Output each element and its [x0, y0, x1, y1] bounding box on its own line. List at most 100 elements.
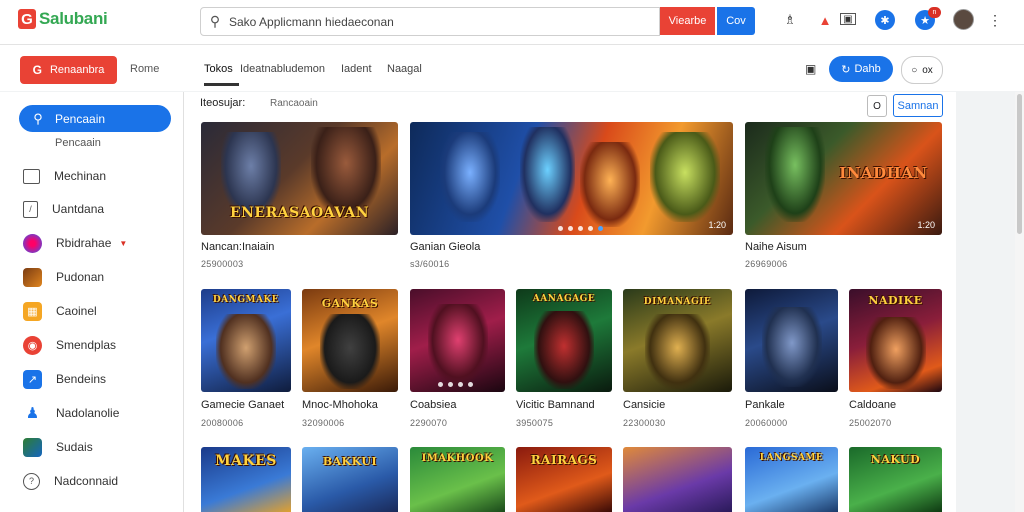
card-caption: NADIKE: [868, 294, 923, 307]
go-button[interactable]: Cov: [717, 7, 755, 35]
tab-naagal[interactable]: Naagal: [387, 63, 422, 75]
dahb-label: Dahb: [854, 63, 881, 75]
card-meta: 2290070: [410, 418, 448, 428]
game-card-image[interactable]: MAKES: [201, 447, 291, 512]
card-title[interactable]: Nancan:Inaiain: [201, 241, 274, 253]
gamepad-icon[interactable]: ▣: [840, 13, 856, 25]
sidebar-item-label: Nadconnaid: [54, 474, 119, 488]
breadcrumb-secondary[interactable]: Rancaoain: [270, 98, 318, 109]
featured-card-image[interactable]: INADHAN 1:20: [745, 122, 942, 235]
app-logo[interactable]: G Salubani: [18, 9, 108, 29]
grid-icon: ▦: [23, 301, 42, 321]
game-card-image[interactable]: NADIKE: [849, 289, 942, 392]
game-avatar-icon: [23, 437, 42, 457]
carousel-counter: 1:20: [917, 220, 935, 230]
card-caption: LANGSAME: [759, 453, 824, 463]
create-button[interactable]: G Renaanbra: [20, 56, 117, 84]
sidebar-item-bendeins[interactable]: ↗ Bendeins: [23, 368, 183, 390]
card-caption: INADHAN: [839, 164, 928, 182]
samnan-button[interactable]: Samnan: [893, 94, 943, 117]
card-meta: 20080006: [201, 418, 244, 428]
search-icon: ⚲: [209, 13, 221, 29]
sidebar-item-nadolanolie[interactable]: ♟ Nadolanolie: [23, 402, 183, 424]
sidebar-item-mechinan[interactable]: Mechinan: [23, 165, 183, 187]
game-card-image[interactable]: DIMANAGIE: [623, 289, 732, 392]
game-card-image[interactable]: LANGSAME: [745, 447, 838, 512]
toolbar: G Renaanbra Rome Tokos Ideatnabludemon I…: [0, 45, 1024, 91]
featured-card-image[interactable]: ENERASAOAVAN: [201, 122, 398, 235]
card-title[interactable]: Ganian Gieola: [410, 241, 480, 253]
figure-icon: ♟: [23, 403, 42, 423]
card-caption: MAKES: [215, 453, 277, 469]
create-icon: G: [32, 63, 42, 77]
game-card-image[interactable]: [745, 289, 838, 392]
game-card-image[interactable]: [623, 447, 732, 512]
card-meta: s3/60016: [410, 259, 450, 269]
sidebar-item-label: Rbidrahae: [56, 236, 112, 250]
featured-card-image[interactable]: 1:20: [410, 122, 733, 235]
filter-icon[interactable]: ▣: [805, 62, 816, 76]
options-icon: ○: [911, 64, 918, 76]
game-card-image[interactable]: BAKKUI: [302, 447, 398, 512]
sidebar-item-pudonan[interactable]: Pudonan: [23, 266, 183, 288]
card-title[interactable]: Caldoane: [849, 399, 896, 411]
sidebar-item-sudais[interactable]: Sudais: [23, 436, 183, 458]
game-card-image[interactable]: IMAKHOOK: [410, 447, 505, 512]
card-title[interactable]: Vicitic Bamnand: [516, 399, 595, 411]
game-card-image[interactable]: AANAGAGE: [516, 289, 612, 392]
square-icon: [23, 168, 40, 184]
sidebar-subitem[interactable]: Pencaain: [55, 137, 101, 149]
dahb-button[interactable]: ↻ Dahb: [829, 56, 893, 82]
options-button[interactable]: ○ ox: [901, 56, 943, 84]
sidebar-item-uantdana[interactable]: / Uantdana: [23, 198, 183, 220]
chart-icon: ↗: [23, 369, 42, 389]
card-title[interactable]: Pankale: [745, 399, 785, 411]
card-meta: 22300030: [623, 418, 666, 428]
card-title[interactable]: Mnoc-Mhohoka: [302, 399, 378, 411]
sidebar-item-label: Caoinel: [56, 304, 97, 318]
tab-iadent[interactable]: Iadent: [341, 63, 372, 75]
document-icon: /: [23, 200, 38, 218]
card-caption: BAKKUI: [322, 455, 378, 468]
card-caption: GANKAS: [321, 297, 379, 310]
settings-icon[interactable]: ✱: [875, 10, 895, 30]
card-caption: DANGMAKE: [212, 295, 280, 305]
sidebar-item-rbidrahae[interactable]: Rbidrahae ▼: [23, 232, 183, 254]
sidebar-item-nadconnaid[interactable]: ? Nadconnaid: [23, 470, 183, 492]
tab-ideatnabludemon[interactable]: Ideatnabludemon: [240, 63, 325, 75]
person-icon[interactable]: ♗: [780, 10, 800, 30]
logo-text: Salubani: [39, 9, 108, 28]
more-vert-icon[interactable]: ⋮: [985, 10, 1005, 30]
game-card-image[interactable]: GANKAS: [302, 289, 398, 392]
card-title[interactable]: Coabsiea: [410, 399, 456, 411]
card-title[interactable]: Cansicie: [623, 399, 665, 411]
search-button[interactable]: Viearbe: [660, 7, 715, 35]
carousel-dots[interactable]: [438, 382, 473, 387]
sidebar-item-label: Pencaain: [55, 111, 106, 126]
card-caption: AANAGAGE: [532, 294, 596, 304]
info-circle-icon: ?: [23, 472, 40, 490]
sidebar-item-active[interactable]: ⚲ Pencaain: [19, 105, 171, 132]
view-toggle-button[interactable]: O: [867, 95, 887, 117]
sidebar-item-label: Nadolanolie: [56, 406, 120, 420]
card-title[interactable]: Gamecie Ganaet: [201, 399, 284, 411]
search-input[interactable]: ⚲ Sako Applicmann hiedaeconan: [200, 7, 660, 36]
game-avatar-icon: [23, 233, 42, 253]
breadcrumb[interactable]: Iteosujar:: [200, 97, 245, 109]
warning-icon[interactable]: ▲: [815, 10, 835, 30]
game-card-image[interactable]: [410, 289, 505, 392]
logo-icon: G: [18, 9, 36, 29]
game-card-image[interactable]: DANGMAKE: [201, 289, 291, 392]
home-link[interactable]: Rome: [130, 63, 159, 75]
scrollbar-thumb[interactable]: [1017, 94, 1022, 234]
game-card-image[interactable]: RAIRAGS: [516, 447, 612, 512]
game-card-image[interactable]: NAKUD: [849, 447, 942, 512]
tab-tokos[interactable]: Tokos: [204, 63, 233, 75]
card-meta: 3950075: [516, 418, 554, 428]
carousel-dots[interactable]: [558, 226, 603, 231]
sidebar-item-smendplas[interactable]: ◉ Smendplas: [23, 334, 183, 356]
sidebar-item-caoinel[interactable]: ▦ Caoinel: [23, 300, 183, 322]
card-title[interactable]: Naihe Aisum: [745, 241, 807, 253]
search-icon: ⚲: [33, 110, 43, 126]
avatar[interactable]: [953, 9, 974, 30]
